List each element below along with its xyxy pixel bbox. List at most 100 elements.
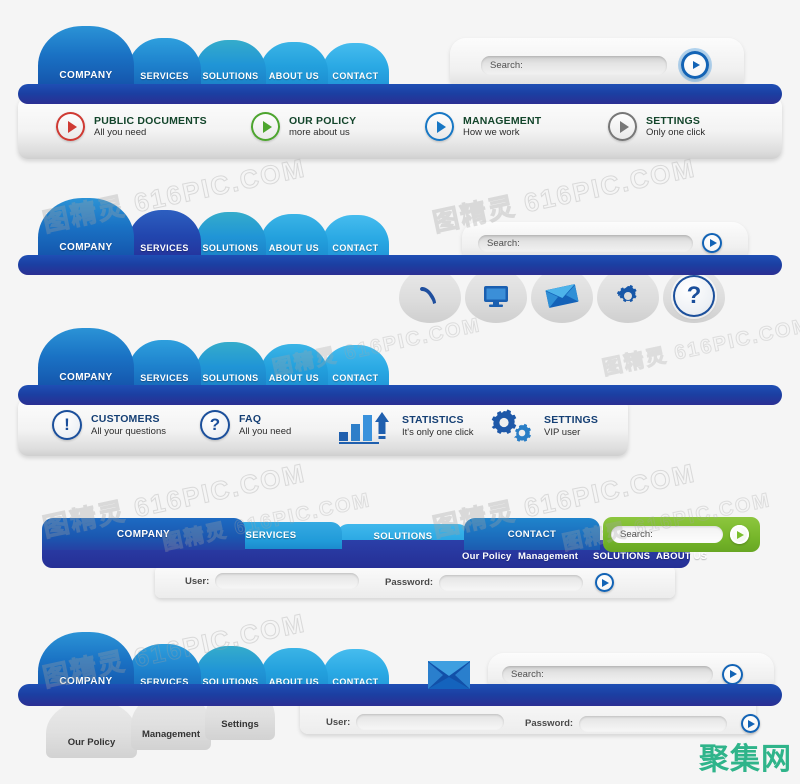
subtab-label: Management xyxy=(141,729,201,740)
navbar1-search-input[interactable]: Search: xyxy=(481,55,667,75)
subtab-label: Settings xyxy=(221,719,259,730)
navbar3-feature-settings[interactable]: SETTINGS VIP user xyxy=(487,408,598,444)
navbar1-tabs: COMPANY SERVICES SOLUTIONS ABOUT US CONT… xyxy=(38,26,389,90)
question-icon: ? xyxy=(673,274,715,317)
question-glyph: ? xyxy=(686,281,702,309)
feature-subtitle: Only one click xyxy=(646,127,706,139)
navbar2-search-label: Search: xyxy=(487,237,520,249)
navbar4-submenu-management[interactable]: Management xyxy=(518,551,578,562)
navbar1-feature-public-documents[interactable]: PUBLIC DOCUMENTS All you need xyxy=(56,112,207,141)
navbar1-search-go-button[interactable] xyxy=(681,51,709,79)
play-icon xyxy=(602,578,610,587)
tab-label: SERVICES xyxy=(245,530,297,541)
exclamation-circle-icon: ! xyxy=(52,410,82,440)
play-icon xyxy=(737,530,744,539)
play-icon xyxy=(692,61,700,69)
play-circle-icon xyxy=(56,112,85,141)
navbar4-search-go-button[interactable] xyxy=(730,525,749,544)
feature-title: CUSTOMERS xyxy=(91,413,160,426)
feature-title: STATISTICS xyxy=(402,414,464,427)
feature-subtitle: more about us xyxy=(289,127,350,139)
feature-subtitle: All your questions xyxy=(91,425,166,437)
navbar4-tab-company[interactable]: COMPANY xyxy=(42,518,245,550)
navbar4-login-go-button[interactable] xyxy=(595,573,615,592)
navbar5-login-go-button[interactable] xyxy=(741,714,761,733)
navbar5-search-input[interactable]: Search: xyxy=(502,665,713,683)
navbar5-user-group: User: xyxy=(326,714,505,730)
envelope-icon xyxy=(428,661,470,689)
navbar1-search-label: Search: xyxy=(490,59,523,71)
brand-watermark: 聚集网 xyxy=(699,743,792,776)
navbar3-feature-customers[interactable]: ! CUSTOMERS All your questions xyxy=(52,410,166,440)
navigation-bar-template-sheet: 图精灵 616PIC.COM 图精灵 616PIC.COM 图精灵 616PIC… xyxy=(0,0,800,784)
navbar4-submenu-aboutus[interactable]: ABOUT US xyxy=(656,551,707,562)
play-icon xyxy=(730,670,737,678)
navbar4-user-label: User: xyxy=(185,575,210,587)
feature-title: MANAGEMENT xyxy=(463,114,542,127)
navbar4-user-input[interactable] xyxy=(215,573,360,589)
navbar4-search-pod: Search: xyxy=(603,517,760,552)
navbar2-icon-gear[interactable] xyxy=(597,268,659,323)
feature-subtitle: It's only one click xyxy=(402,426,474,438)
navbar2-icon-help[interactable]: ? xyxy=(663,268,725,323)
navbar1-feature-our-policy[interactable]: OUR POLICY more about us xyxy=(251,112,356,141)
navbar1-tab-contact[interactable]: CONTACT xyxy=(322,43,389,90)
navbar4-password-group: Password: xyxy=(385,573,615,592)
navbar5-mail-icon-wrap[interactable] xyxy=(427,660,471,690)
navbar4-tab-contact[interactable]: CONTACT xyxy=(464,518,600,550)
navbar1-tab-aboutus[interactable]: ABOUT US xyxy=(260,42,328,90)
navbar5-password-input[interactable] xyxy=(579,715,728,732)
navbar3-feature-faq[interactable]: ? FAQ All you need xyxy=(200,410,291,440)
navbar5-password-label: Password: xyxy=(525,718,574,729)
navbar4-user-group: User: xyxy=(185,573,360,589)
question-circle-icon: ? xyxy=(200,410,230,440)
navbar2-accent-bar xyxy=(18,255,782,275)
exclamation-glyph: ! xyxy=(64,415,70,434)
navbar2-search-go-button[interactable] xyxy=(702,233,722,253)
navbar5-search-label: Search: xyxy=(511,668,544,680)
feature-title: PUBLIC DOCUMENTS xyxy=(94,114,207,127)
feature-subtitle: All you need xyxy=(94,127,147,139)
navbar5-password-group: Password: xyxy=(525,714,761,733)
tab-label: CONTACT xyxy=(507,528,557,540)
feature-subtitle: How we work xyxy=(463,127,520,139)
play-circle-icon xyxy=(608,112,637,141)
navbar3-feature-statistics[interactable]: STATISTICS It's only one click xyxy=(337,408,474,444)
play-icon xyxy=(709,239,717,247)
feature-title: SETTINGS xyxy=(544,414,599,427)
navbar2-tabs: COMPANY SERVICES SOLUTIONS ABOUT US CONT… xyxy=(38,198,389,262)
navbar4-password-input[interactable] xyxy=(439,574,584,591)
navbar4-search-label: Search: xyxy=(620,529,653,540)
navbar1-feature-settings[interactable]: SETTINGS Only one click xyxy=(608,112,705,141)
navbar4-search-input[interactable]: Search: xyxy=(611,526,723,543)
navbar5-accent-bar xyxy=(18,684,782,706)
navbar2-icon-phone[interactable] xyxy=(399,268,461,323)
envelope-icon xyxy=(545,283,579,308)
navbar5-user-input[interactable] xyxy=(356,714,505,730)
feature-title: FAQ xyxy=(239,413,262,426)
navbar2-icon-envelope[interactable] xyxy=(531,268,593,323)
navbar4-submenu-solutions[interactable]: SOLUTIONS xyxy=(593,551,650,562)
play-icon xyxy=(748,719,756,728)
navbar1-tab-company[interactable]: COMPANY xyxy=(38,26,134,90)
feature-title: OUR POLICY xyxy=(289,114,357,127)
navbar3-tabs: COMPANY SERVICES SOLUTIONS ABOUT US CONT… xyxy=(38,328,389,392)
navbar3-accent-bar xyxy=(18,385,782,405)
navbar3-tab-company[interactable]: COMPANY xyxy=(38,328,134,392)
navbar1-feature-management[interactable]: MANAGEMENT How we work xyxy=(425,112,541,141)
play-circle-icon xyxy=(251,112,280,141)
bar-chart-icon xyxy=(339,412,389,444)
monitor-icon xyxy=(484,285,508,307)
navbar1-tab-services[interactable]: SERVICES xyxy=(128,38,201,90)
navbar2-icon-monitor[interactable] xyxy=(465,268,527,323)
navbar5-user-label: User: xyxy=(326,716,351,728)
navbar2-search-input[interactable]: Search: xyxy=(478,234,693,252)
navbar5-search-go-button[interactable] xyxy=(722,663,743,685)
navbar4-submenu-our-policy[interactable]: Our Policy xyxy=(462,551,512,562)
feature-subtitle: All you need xyxy=(239,425,292,437)
navbar2-tab-company[interactable]: COMPANY xyxy=(38,198,134,262)
subtab-label: Our Policy xyxy=(67,737,116,748)
play-circle-icon xyxy=(425,112,454,141)
navbar1-tab-solutions[interactable]: SOLUTIONS xyxy=(195,40,266,90)
navbar5-subtab-our-policy[interactable]: Our Policy xyxy=(46,700,137,758)
